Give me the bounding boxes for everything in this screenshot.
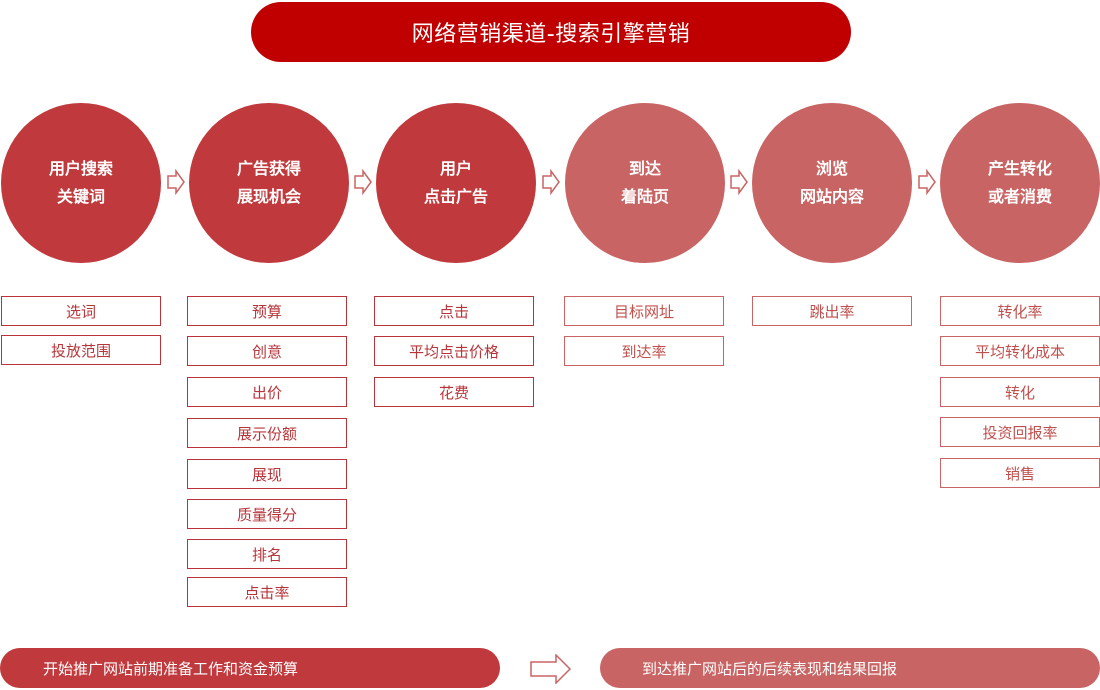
metric-box: 展现 [187,459,347,489]
post-launch-banner: 到达推广网站后的后续表现和结果回报 [600,648,1100,688]
stage-label-line2: 着陆页 [620,187,669,206]
pre-launch-label: 开始推广网站前期准备工作和资金预算 [43,659,299,678]
stage-label-line2: 点击广告 [423,187,488,206]
metric-box: 转化 [940,377,1100,407]
arrow-right-icon [730,169,748,195]
metric-box: 点击 [374,296,534,326]
stage-label-line2: 展现机会 [236,187,301,206]
page-title: 网络营销渠道-搜索引擎营销 [251,2,851,62]
stage-label-line1: 用户 [439,159,472,178]
stage-circle-conversion: 产生转化 或者消费 [940,103,1100,263]
post-launch-label: 到达推广网站后的后续表现和结果回报 [642,659,898,678]
metric-box: 投资回报率 [940,417,1100,447]
arrow-right-icon [530,654,572,684]
stage-label-line1: 浏览 [815,159,848,178]
metric-box: 预算 [187,296,347,326]
metric-box: 排名 [187,539,347,569]
metric-box: 平均转化成本 [940,336,1100,366]
metric-box: 跳出率 [752,296,912,326]
arrow-right-icon [167,169,185,195]
metric-box: 展示份额 [187,418,347,448]
stage-label-line1: 到达 [628,159,661,178]
stage-label-line2: 关键词 [56,187,105,206]
metric-box: 花费 [374,377,534,407]
metric-box: 销售 [940,458,1100,488]
metric-box: 转化率 [940,296,1100,326]
stage-label-line1: 广告获得 [236,159,301,178]
pre-launch-banner: 开始推广网站前期准备工作和资金预算 [0,648,500,688]
metric-box: 创意 [187,336,347,366]
stage-circle-landing: 到达 着陆页 [565,103,725,263]
stage-label-line2: 网站内容 [799,187,864,206]
arrow-right-icon [354,169,372,195]
stage-label-line2: 或者消费 [987,187,1052,206]
metric-box: 目标网址 [564,296,724,326]
metric-box: 到达率 [564,336,724,366]
stage-circle-click: 用户 点击广告 [376,103,536,263]
stage-circle-impression: 广告获得 展现机会 [189,103,349,263]
stage-label-line1: 用户搜索 [48,159,113,178]
stage-circle-browse: 浏览 网站内容 [752,103,912,263]
metric-box: 点击率 [187,577,347,607]
metric-box: 出价 [187,377,347,407]
arrow-right-icon [542,169,560,195]
metric-box: 质量得分 [187,499,347,529]
stage-circle-search: 用户搜索 关键词 [1,103,161,263]
metric-box: 选词 [1,296,161,326]
metric-box: 投放范围 [1,335,161,365]
stage-label-line1: 产生转化 [987,159,1052,178]
metric-box: 平均点击价格 [374,336,534,366]
arrow-right-icon [918,169,936,195]
